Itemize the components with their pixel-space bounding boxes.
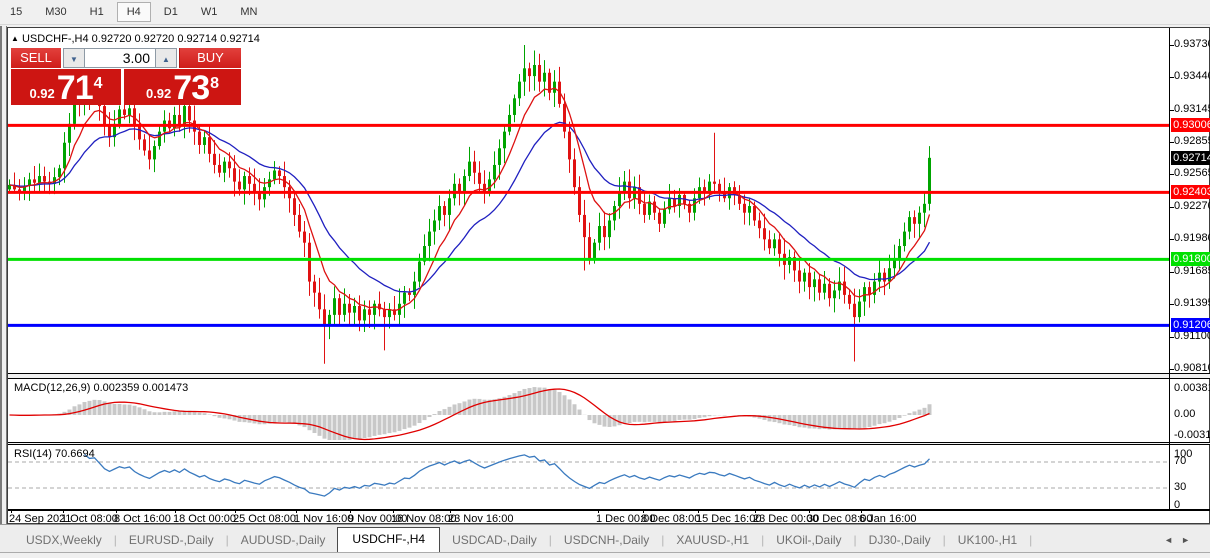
volume-increase-button[interactable]: ▲ [155, 48, 177, 68]
tab-usdchf-h4[interactable]: USDCHF-,H4 [337, 527, 440, 552]
rsi-axis-label: 0 [1174, 499, 1180, 511]
chart-ohlc-header: ▲ USDCHF-,H4 0.92720 0.92720 0.92714 0.9… [11, 33, 243, 45]
price-axis-tick [1170, 337, 1174, 338]
price-axis-label: 0.93145 [1174, 103, 1210, 115]
price-axis-label: 0.91395 [1174, 297, 1210, 309]
buy-price-prefix: 0.92 [146, 86, 171, 102]
macd-histogram [10, 387, 930, 440]
trading-terminal-window: 15M30H1H4D1W1MN MACD(12,26,9) 0.002359 0… [0, 0, 1210, 558]
timeframe-button-m30[interactable]: M30 [35, 2, 76, 22]
tab-dj30-daily[interactable]: DJ30-,Daily [857, 529, 943, 552]
tab-ukoil-daily[interactable]: UKOil-,Daily [764, 529, 853, 552]
one-click-trade-panel: ▲ USDCHF-,H4 0.92720 0.92720 0.92714 0.9… [11, 33, 243, 105]
ohlc-low: 0.92714 [177, 33, 217, 45]
price-axis-tick [1170, 45, 1174, 46]
tab-xauusd-h1[interactable]: XAUUSD-,H1 [664, 529, 761, 552]
rsi-axis-label: 70 [1174, 455, 1186, 467]
level-price-badge: 0.91800 [1171, 252, 1210, 266]
macd-axis-label: 0.00 [1174, 408, 1195, 420]
rsi-line [85, 455, 930, 497]
ohlc-high: 0.92720 [135, 33, 175, 45]
tab-uk100-h1[interactable]: UK100-,H1 [946, 529, 1029, 552]
timeframe-button-d1[interactable]: D1 [154, 2, 188, 22]
pane-separator[interactable] [8, 442, 1210, 445]
tab-usdx-weekly[interactable]: USDX,Weekly [14, 529, 114, 552]
rsi-indicator-label: RSI(14) 70.6694 [14, 448, 95, 460]
symbol-label: USDCHF-,H4 [22, 33, 89, 45]
price-axis-label: 0.93730 [1174, 38, 1210, 50]
window-splitter[interactable] [0, 26, 7, 524]
sell-button[interactable]: SELL [11, 48, 61, 68]
volume-decrease-button[interactable]: ▼ [63, 48, 85, 68]
price-axis-separator [1169, 28, 1170, 510]
price-axis-tick [1170, 304, 1174, 305]
sell-price-button[interactable]: 0.92 71 4 [11, 69, 121, 105]
trade-buttons: SELL ▼ ▲ BUY 0.92 71 4 0.92 73 8 [11, 48, 241, 105]
price-axis-tick [1170, 272, 1174, 273]
buy-button[interactable]: BUY [179, 48, 241, 68]
price-axis-tick [1170, 110, 1174, 111]
symbol-tabbar: USDX,Weekly|EURUSD-,Daily|AUDUSD-,DailyU… [0, 524, 1210, 552]
timeframe-button-15[interactable]: 15 [0, 2, 32, 22]
price-axis-label: 0.92855 [1174, 135, 1210, 147]
chart-workspace: MACD(12,26,9) 0.002359 0.001473 RSI(14) … [7, 27, 1210, 524]
tab-scroll-arrows[interactable]: ◄► [1164, 535, 1210, 552]
price-axis-tick [1170, 207, 1174, 208]
tab-eurusd-daily[interactable]: EURUSD-,Daily [117, 529, 226, 552]
buy-price-pip: 8 [210, 69, 219, 99]
timeframe-button-mn[interactable]: MN [230, 2, 267, 22]
price-axis-tick [1170, 77, 1174, 78]
level-price-badge: 0.92403 [1171, 185, 1210, 199]
price-axis-label: 0.91685 [1174, 265, 1210, 277]
collapse-arrow-icon[interactable]: ▲ [11, 34, 19, 43]
ma-fast-line [10, 88, 930, 311]
timeframe-button-h4[interactable]: H4 [117, 2, 151, 22]
tab-usdcnh-daily[interactable]: USDCNH-,Daily [552, 529, 661, 552]
macd-axis-label: -0.003115 [1174, 429, 1210, 441]
sell-price-prefix: 0.92 [29, 86, 54, 102]
chevron-down-icon: ▼ [70, 55, 78, 64]
price-axis-label: 0.91980 [1174, 232, 1210, 244]
timeframe-toolbar: 15M30H1H4D1W1MN [0, 0, 1210, 25]
current-price-badge: 0.92714 [1171, 151, 1210, 165]
rsi-axis-label: 30 [1174, 481, 1186, 493]
price-axis-tick [1170, 142, 1174, 143]
price-axis-label: 0.92270 [1174, 200, 1210, 212]
sell-price-pip: 4 [94, 69, 103, 99]
pane-separator[interactable] [8, 509, 1210, 511]
price-axis-label: 0.90810 [1174, 362, 1210, 374]
volume-input[interactable] [85, 48, 155, 68]
buy-price-button[interactable]: 0.92 73 8 [124, 69, 241, 105]
ohlc-close: 0.92714 [220, 33, 260, 45]
timeframe-button-h1[interactable]: H1 [80, 2, 114, 22]
level-price-badge: 0.91206 [1171, 318, 1210, 332]
chevron-up-icon: ▲ [162, 55, 170, 64]
sell-price-main: 71 [57, 74, 93, 102]
window-bottom-edge [0, 552, 1210, 558]
macd-axis-label: 0.003811 [1174, 382, 1210, 394]
price-axis-tick [1170, 174, 1174, 175]
level-price-badge: 0.93006 [1171, 118, 1210, 132]
tab-usdcad-daily[interactable]: USDCAD-,Daily [440, 529, 549, 552]
tab-audusd-daily[interactable]: AUDUSD-,Daily [229, 529, 338, 552]
price-axis-tick [1170, 239, 1174, 240]
buy-price-main: 73 [173, 74, 209, 102]
timeframe-button-w1[interactable]: W1 [191, 2, 228, 22]
tab-separator: | [1029, 533, 1032, 552]
price-axis-label: 0.93440 [1174, 70, 1210, 82]
macd-indicator-label: MACD(12,26,9) 0.002359 0.001473 [14, 382, 188, 394]
pane-separator[interactable] [8, 373, 1210, 379]
price-axis-label: 0.92565 [1174, 167, 1210, 179]
ohlc-open: 0.92720 [92, 33, 132, 45]
price-axis-tick [1170, 369, 1174, 370]
